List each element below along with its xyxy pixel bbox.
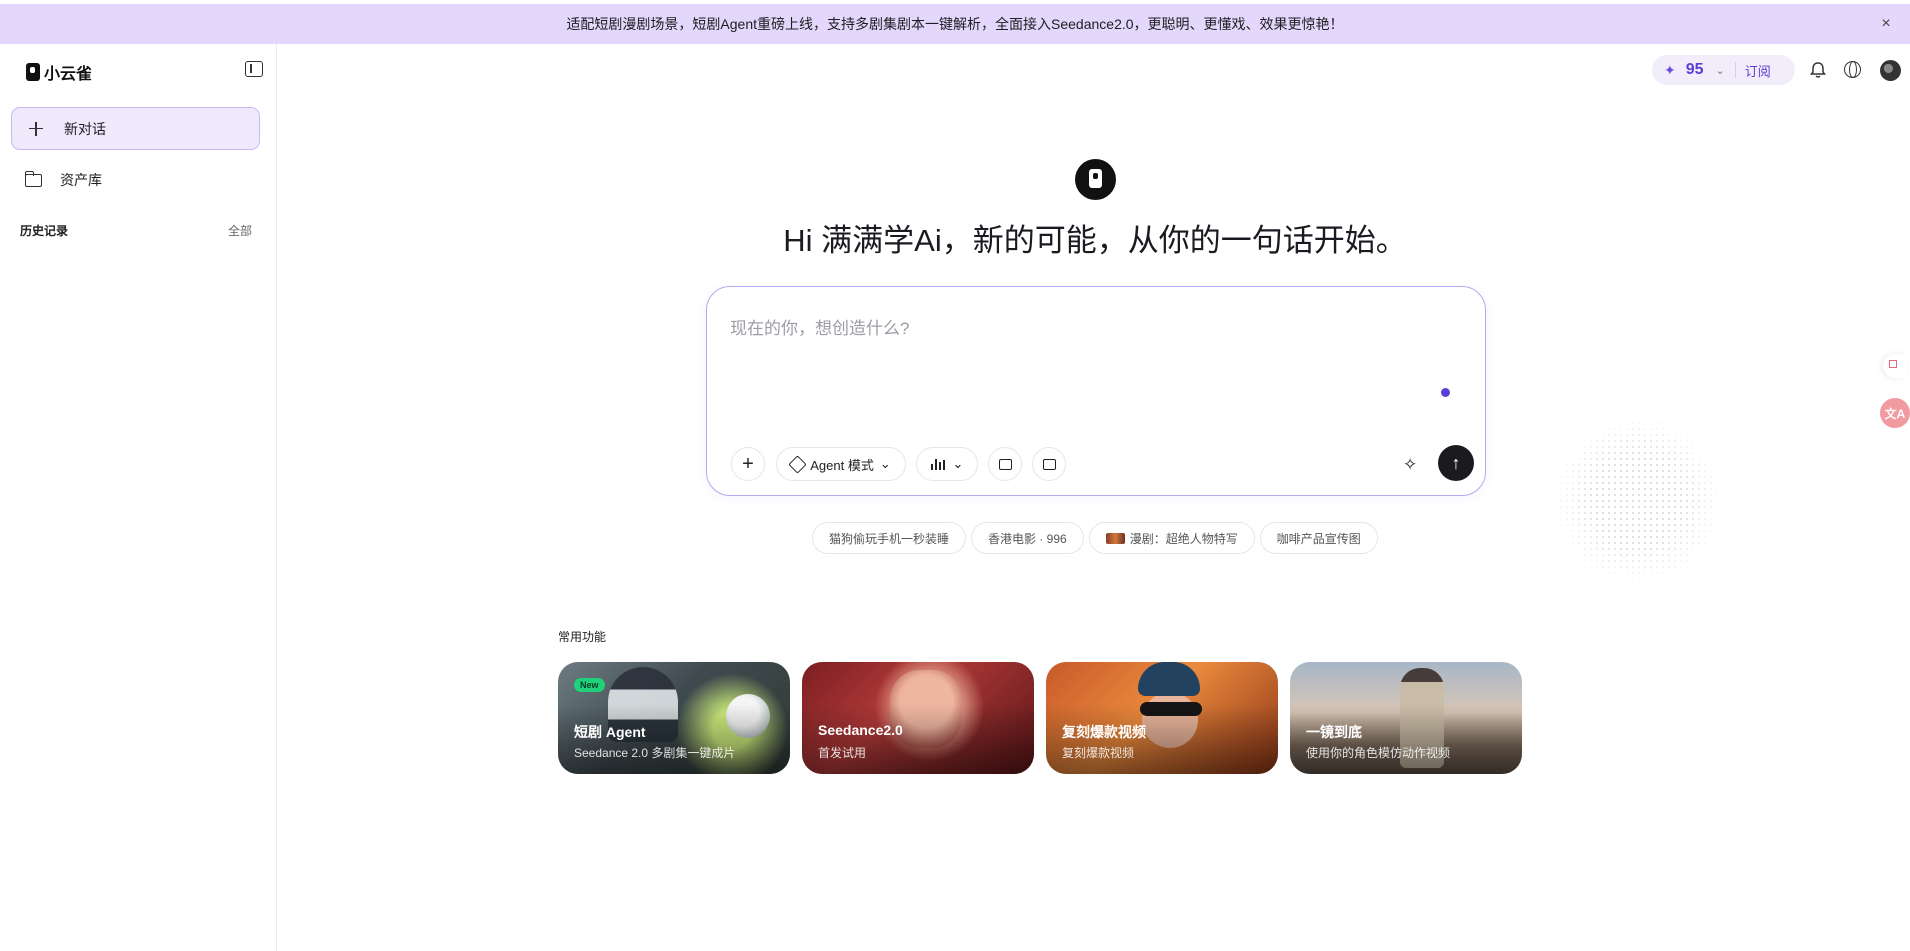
add-attachment-button[interactable]: +: [731, 447, 765, 481]
suggestion-chip[interactable]: 香港电影 · 996: [971, 522, 1084, 554]
close-icon[interactable]: ×: [1876, 14, 1896, 34]
chip-label: 猫狗偷玩手机一秒装睡: [829, 531, 950, 546]
subtitle-icon: [1042, 458, 1056, 470]
agent-mode-label: Agent 模式: [810, 457, 874, 473]
card-subtitle: 首发试用: [818, 746, 867, 760]
send-button[interactable]: ↑: [1438, 445, 1474, 481]
cube-icon: [788, 454, 807, 474]
bell-icon[interactable]: [1808, 60, 1828, 80]
suggestion-chips: 猫狗偷玩手机一秒装睡 香港电影 · 996 漫剧：超绝人物特写 咖啡产品宣传图: [812, 522, 1378, 554]
suggestion-chip[interactable]: 猫狗偷玩手机一秒装睡: [812, 522, 967, 554]
bar-chart-icon: [930, 458, 945, 470]
magic-wand-icon[interactable]: ✧: [1403, 455, 1417, 475]
hero-logo-icon: [1075, 159, 1116, 200]
subtitle-button[interactable]: [1032, 447, 1066, 481]
card-title: 复刻爆款视频: [1062, 724, 1146, 740]
feature-card-replicate-video[interactable]: 复刻爆款视频 复刻爆款视频: [1046, 662, 1278, 774]
chip-label: 香港电影 · 996: [988, 531, 1067, 546]
banner-text: 适配短剧漫剧场景，短剧Agent重磅上线，支持多剧集剧本一键解析，全面接入See…: [566, 16, 1344, 32]
prompt-composer: + Agent 模式 ⌄ ⌄ ✧ ↑: [706, 286, 1486, 496]
logo-icon: [26, 63, 40, 81]
card-title: Seedance2.0: [818, 722, 903, 738]
feature-card-drama-agent[interactable]: New 短剧 Agent Seedance 2.0 多剧集一键成片: [558, 662, 790, 774]
feature-card-one-take[interactable]: 一镜到底 使用你的角色模仿动作视频: [1290, 662, 1522, 774]
prompt-input[interactable]: [730, 314, 1450, 394]
sidebar-item-assets[interactable]: 资产库: [11, 160, 260, 200]
app-logo[interactable]: 小云雀: [26, 60, 92, 84]
chip-label: 漫剧：超绝人物特写: [1129, 531, 1238, 546]
feature-cards: New 短剧 Agent Seedance 2.0 多剧集一键成片 Seedan…: [558, 662, 1522, 774]
feature-card-seedance[interactable]: Seedance2.0 首发试用: [802, 662, 1034, 774]
card-subtitle: 使用你的角色模仿动作视频: [1306, 746, 1451, 760]
card-title: 一镜到底: [1306, 724, 1362, 740]
announcement-banner: 适配短剧漫剧场景，短剧Agent重磅上线，支持多剧集剧本一键解析，全面接入See…: [0, 4, 1910, 44]
agent-mode-select[interactable]: Agent 模式 ⌄: [776, 447, 906, 481]
new-chat-label: 新对话: [64, 120, 106, 137]
translate-icon: 文A: [1884, 406, 1906, 421]
status-dot: [1441, 388, 1450, 397]
decorative-dot-pattern: [1558, 420, 1718, 580]
folder-icon: [24, 170, 42, 187]
plus-icon: +: [742, 452, 754, 475]
globe-icon[interactable]: [1844, 61, 1861, 78]
sidebar-toggle-icon[interactable]: [245, 61, 263, 77]
card-title: 短剧 Agent: [574, 724, 646, 740]
new-badge: New: [574, 678, 605, 692]
section-title: 常用功能: [558, 630, 607, 644]
card-shade: [802, 704, 1034, 774]
card-image-hat: [1138, 662, 1200, 696]
widget-grid-icon[interactable]: [1883, 354, 1907, 378]
chevron-down-icon[interactable]: ⌄: [1716, 64, 1725, 77]
plus-icon: [29, 121, 43, 136]
new-chat-button[interactable]: 新对话: [11, 107, 260, 150]
app-name: 小云雀: [44, 66, 93, 83]
card-subtitle: Seedance 2.0 多剧集一键成片: [574, 746, 736, 760]
arrow-up-icon: ↑: [1451, 452, 1461, 473]
layout-icon: [998, 458, 1012, 470]
translate-button[interactable]: 文A: [1880, 398, 1910, 428]
chevron-down-icon: ⌄: [952, 456, 964, 471]
ratio-select[interactable]: ⌄: [916, 447, 978, 481]
divider: [1734, 62, 1736, 78]
chip-thumbnail: [1105, 532, 1125, 544]
suggestion-chip[interactable]: 咖啡产品宣传图: [1259, 522, 1378, 554]
sparkle-icon: ✦: [1664, 61, 1676, 78]
sidebar-item-label: 资产库: [60, 172, 102, 188]
chip-label: 咖啡产品宣传图: [1276, 531, 1361, 546]
layout-button[interactable]: [988, 447, 1022, 481]
sidebar: 小云雀 新对话 资产库 历史记录 全部: [0, 44, 277, 951]
card-subtitle: 复刻爆款视频: [1062, 746, 1135, 760]
credits-count: 95: [1685, 61, 1704, 78]
credits-pill[interactable]: ✦ 95 ⌄ 订阅: [1652, 55, 1795, 85]
suggestion-chip[interactable]: 漫剧：超绝人物特写: [1088, 522, 1255, 554]
chevron-down-icon: ⌄: [879, 456, 891, 471]
page-title: Hi 满满学Ai，新的可能，从你的一句话开始。: [783, 223, 1407, 258]
subscribe-button[interactable]: 订阅: [1745, 61, 1771, 80]
avatar[interactable]: [1880, 60, 1901, 81]
